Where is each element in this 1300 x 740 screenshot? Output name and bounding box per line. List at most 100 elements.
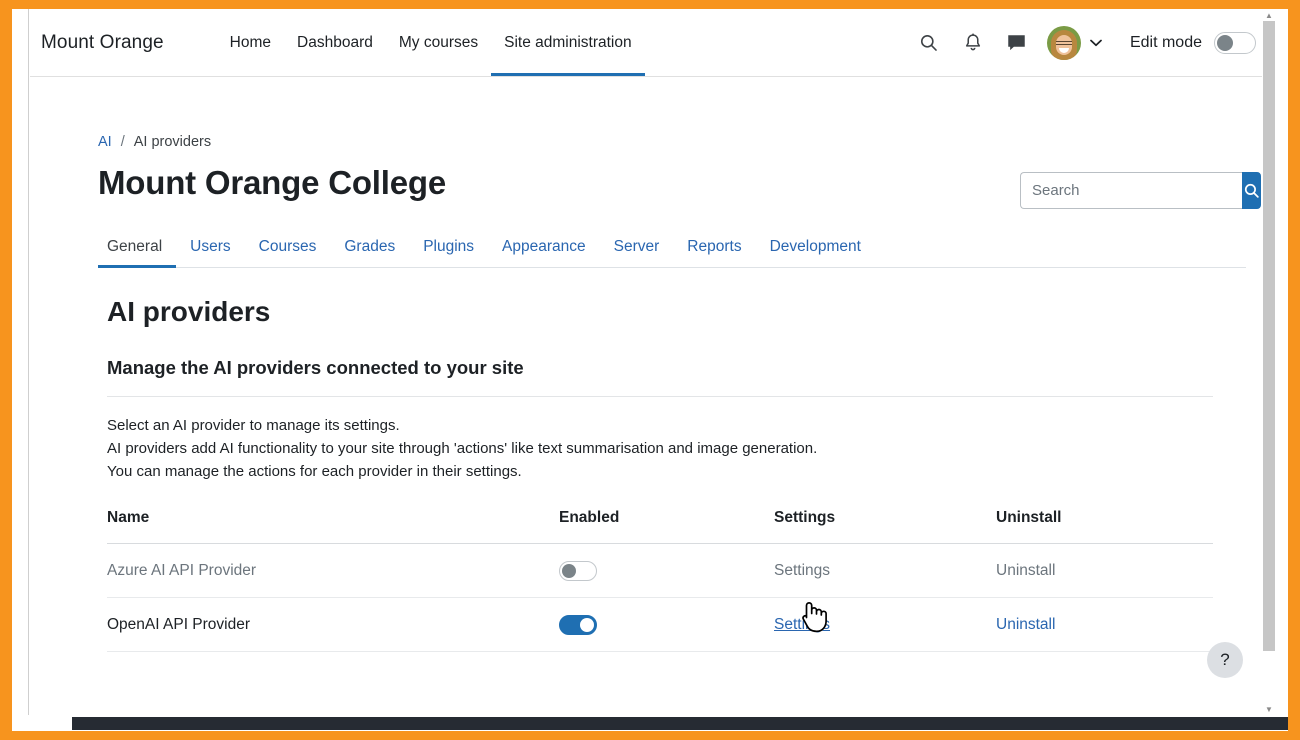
provider-enabled-cell-azure xyxy=(559,543,774,598)
tab-grades[interactable]: Grades xyxy=(330,238,409,267)
tab-courses[interactable]: Courses xyxy=(245,238,331,267)
tab-plugins-label: Plugins xyxy=(423,238,475,255)
page-title: Mount Orange College xyxy=(98,164,447,201)
tab-users-label: Users xyxy=(190,238,231,255)
uninstall-link-azure[interactable]: Uninstall xyxy=(996,562,1055,579)
site-brand[interactable]: Mount Orange xyxy=(41,32,164,54)
column-header-enabled: Enabled xyxy=(559,509,774,544)
search-icon-button[interactable] xyxy=(907,21,951,65)
provider-enabled-cell-openai xyxy=(559,597,774,652)
table-head: Name Enabled Settings Uninstall xyxy=(107,509,1213,544)
nav-item-my-courses-label: My courses xyxy=(398,33,479,51)
search-icon xyxy=(921,34,938,51)
tab-development-label: Development xyxy=(769,238,861,255)
messages-button[interactable] xyxy=(995,21,1039,65)
provider-uninstall-cell-openai: Uninstall xyxy=(996,597,1213,652)
edit-mode-toggle[interactable] xyxy=(1214,31,1256,54)
enable-toggle-azure-knob xyxy=(562,564,576,578)
table-row: Azure AI API Provider Settings Uninstall xyxy=(107,543,1213,598)
ai-providers-table: Name Enabled Settings Uninstall Azure AI… xyxy=(107,509,1213,652)
settings-link-openai[interactable]: Settings xyxy=(774,616,830,633)
vertical-scrollbar[interactable]: ▲ ▼ xyxy=(1262,9,1276,715)
primary-navigation: Home Dashboard My courses Site administr… xyxy=(217,9,645,76)
edit-mode-label: Edit mode xyxy=(1129,33,1202,51)
breadcrumb-item-current: AI providers xyxy=(133,134,212,150)
page-surface: Mount Orange Home Dashboard My courses S… xyxy=(30,9,1276,715)
tab-development[interactable]: Development xyxy=(756,238,875,267)
provider-name-azure: Azure AI API Provider xyxy=(107,543,559,598)
table-header-row: Name Enabled Settings Uninstall xyxy=(107,509,1213,544)
description-line-2: AI providers add AI functionality to you… xyxy=(107,440,818,457)
bell-icon xyxy=(965,32,981,50)
edit-mode-control[interactable]: Edit mode xyxy=(1129,31,1256,54)
search-form xyxy=(1020,172,1261,209)
section-title-ai-providers: AI providers xyxy=(107,296,271,327)
section-subtitle: Manage the AI providers connected to you… xyxy=(107,357,524,378)
tab-appearance[interactable]: Appearance xyxy=(488,238,600,267)
nav-item-dashboard-label: Dashboard xyxy=(297,33,373,51)
enable-toggle-azure[interactable] xyxy=(559,561,597,581)
left-gutter xyxy=(12,9,29,731)
horizontal-scrollbar-thumb[interactable] xyxy=(72,717,1288,730)
search-input[interactable] xyxy=(1020,172,1242,209)
search-icon xyxy=(1244,183,1259,198)
page-header-row: Mount Orange College xyxy=(98,164,1261,209)
breadcrumb-separator: / xyxy=(120,134,125,150)
provider-uninstall-cell-azure: Uninstall xyxy=(996,543,1213,598)
nav-item-site-administration-label: Site administration xyxy=(504,33,632,51)
search-submit-button[interactable] xyxy=(1242,172,1261,209)
description-line-3: You can manage the actions for each prov… xyxy=(107,463,522,480)
message-icon xyxy=(1008,34,1026,50)
column-header-uninstall: Uninstall xyxy=(996,509,1213,544)
edit-mode-toggle-knob xyxy=(1217,34,1233,51)
column-header-name: Name xyxy=(107,509,559,544)
column-header-settings: Settings xyxy=(774,509,996,544)
nav-item-my-courses[interactable]: My courses xyxy=(386,9,491,76)
nav-item-dashboard[interactable]: Dashboard xyxy=(284,9,386,76)
uninstall-link-openai[interactable]: Uninstall xyxy=(996,616,1055,633)
table-body: Azure AI API Provider Settings Uninstall xyxy=(107,543,1213,652)
avatar-glasses xyxy=(1055,40,1072,45)
tab-appearance-label: Appearance xyxy=(502,238,586,255)
tab-courses-label: Courses xyxy=(258,238,317,255)
divider-top xyxy=(107,396,1213,397)
navbar-actions: Edit mode xyxy=(907,21,1272,65)
nav-item-home[interactable]: Home xyxy=(217,9,284,76)
provider-settings-cell-azure: Settings xyxy=(774,543,996,598)
help-button[interactable]: ? xyxy=(1207,642,1243,678)
avatar xyxy=(1046,25,1081,60)
admin-tabs: General Users Courses Grades Plugins App… xyxy=(98,227,1246,268)
tab-general[interactable]: General xyxy=(98,238,177,268)
tab-plugins[interactable]: Plugins xyxy=(409,238,488,267)
top-navbar: Mount Orange Home Dashboard My courses S… xyxy=(30,9,1276,77)
description-line-1: Select an AI provider to manage its sett… xyxy=(107,417,400,434)
tab-server[interactable]: Server xyxy=(600,238,674,267)
scroll-up-arrow-icon[interactable]: ▲ xyxy=(1262,9,1276,21)
enable-toggle-openai[interactable] xyxy=(559,615,597,635)
settings-link-azure[interactable]: Settings xyxy=(774,562,830,579)
help-icon: ? xyxy=(1220,650,1230,669)
vertical-scrollbar-thumb[interactable] xyxy=(1263,21,1275,651)
nav-item-home-label: Home xyxy=(229,33,272,51)
horizontal-scrollbar[interactable] xyxy=(12,715,1288,731)
provider-name-openai: OpenAI API Provider xyxy=(107,597,559,652)
tab-reports[interactable]: Reports xyxy=(673,238,755,267)
breadcrumb: AI / AI providers xyxy=(98,77,1246,150)
breadcrumb-item-ai[interactable]: AI xyxy=(98,134,112,150)
main-content: AI / AI providers Mount Orange College S… xyxy=(30,77,1276,652)
description-block: Select an AI provider to manage its sett… xyxy=(98,414,1246,483)
browser-viewport: Mount Orange Home Dashboard My courses S… xyxy=(12,9,1288,731)
notifications-button[interactable] xyxy=(951,21,995,65)
chevron-down-icon xyxy=(1090,39,1102,46)
tab-server-label: Server xyxy=(613,238,660,255)
user-menu[interactable] xyxy=(1046,25,1102,60)
tab-grades-label: Grades xyxy=(344,238,396,255)
table-row: OpenAI API Provider Settings Uninstall xyxy=(107,597,1213,652)
tab-reports-label: Reports xyxy=(687,238,742,255)
nav-item-site-administration[interactable]: Site administration xyxy=(491,9,645,76)
enable-toggle-openai-knob xyxy=(580,618,594,632)
tab-general-label: General xyxy=(107,238,163,255)
provider-settings-cell-openai: Settings xyxy=(774,597,996,652)
scroll-down-arrow-icon[interactable]: ▼ xyxy=(1262,703,1276,715)
tab-users[interactable]: Users xyxy=(176,238,244,267)
